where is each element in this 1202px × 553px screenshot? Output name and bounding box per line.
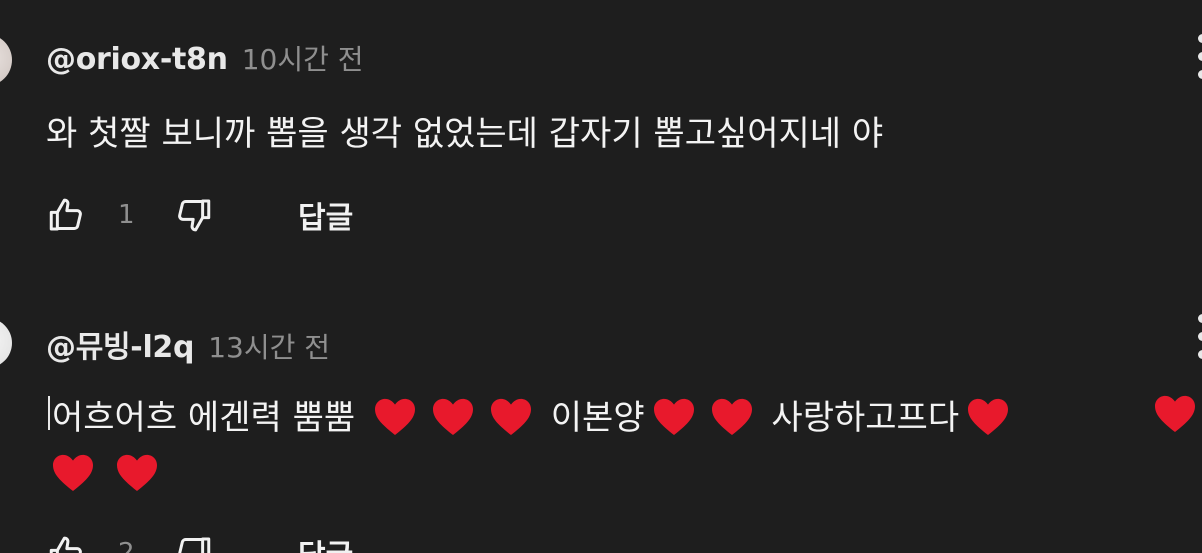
comment-timestamp[interactable]: 13시간 전 — [208, 326, 330, 366]
thumbs-up-icon[interactable] — [46, 194, 88, 236]
heart-emoji — [965, 396, 1011, 445]
heart-emoji — [1152, 393, 1198, 437]
comment-header: @oriox-t8n 10시간 전 — [46, 38, 364, 78]
comment-text-part: 이본양 — [550, 398, 645, 438]
heart-emoji — [488, 396, 534, 445]
heart-emoji — [50, 452, 96, 496]
text-cursor — [48, 396, 50, 430]
heart-emoji — [651, 396, 697, 445]
thumbs-down-icon[interactable] — [172, 532, 214, 553]
comment-header: @뮤빙-l2q 13시간 전 — [46, 322, 330, 366]
thumbs-down-icon[interactable] — [172, 194, 214, 236]
more-options-icon[interactable] — [1196, 314, 1202, 359]
reply-button[interactable]: 답글 — [298, 531, 353, 553]
comment-text-part: 사랑하고프다 — [771, 398, 960, 438]
heart-emoji — [372, 396, 418, 445]
comment-text-line-2 — [50, 452, 166, 496]
heart-emoji — [114, 452, 160, 496]
comment-author[interactable]: @뮤빙-l2q — [46, 322, 194, 366]
comment-author[interactable]: @oriox-t8n — [46, 42, 228, 77]
comment-text-part: 어흐어흐 에겐력 뿜뿜 — [52, 398, 356, 438]
heart-emoji — [709, 396, 755, 445]
more-options-icon[interactable] — [1196, 34, 1202, 79]
avatar[interactable] — [0, 34, 12, 86]
heart-emoji — [430, 396, 476, 445]
comment-text: 와 첫짤 보니까 뽑을 생각 없었는데 갑자기 뽑고싶어지네 야 — [46, 114, 884, 154]
comment-text: 어흐어흐 에겐력 뿜뿜 이본양 사랑하고프다 — [52, 390, 1017, 445]
comment-timestamp[interactable]: 10시간 전 — [242, 38, 364, 78]
heart-emoji-overflow — [1094, 393, 1202, 437]
thumbs-up-icon[interactable] — [46, 532, 88, 553]
like-count: 2 — [118, 538, 135, 553]
reply-button[interactable]: 답글 — [298, 193, 353, 237]
comment-actions: 1 답글 — [46, 190, 353, 240]
avatar[interactable] — [0, 318, 12, 368]
comment-actions: 2 답글 — [46, 528, 353, 553]
like-count: 1 — [118, 200, 135, 230]
